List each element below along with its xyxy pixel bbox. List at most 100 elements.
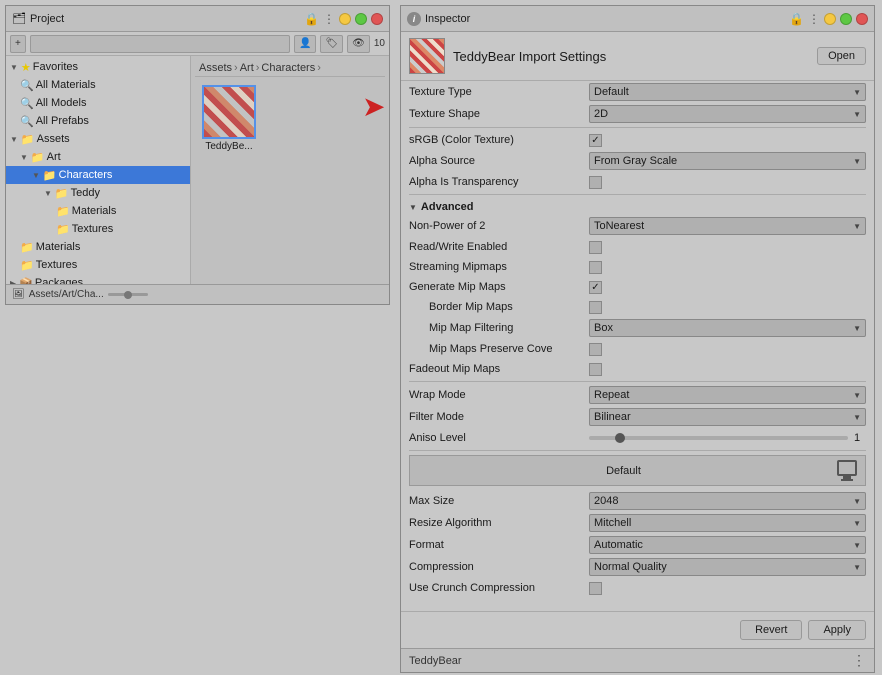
wrap-mode-value: Repeat ▼ (589, 386, 866, 404)
texture-type-dropdown[interactable]: Default ▼ (589, 83, 866, 101)
generate-mip-maps-checkbox[interactable] (589, 281, 602, 294)
apply-button[interactable]: Apply (808, 620, 866, 640)
inspector-header: TeddyBear Import Settings Open (401, 32, 874, 81)
sidebar-characters[interactable]: ▼ 📁 Characters (6, 166, 190, 184)
filter-mode-dropdown[interactable]: Bilinear ▼ (589, 408, 866, 426)
mip-map-filtering-value: Box ▼ (589, 319, 866, 337)
max-size-dropdown[interactable]: 2048 ▼ (589, 492, 866, 510)
search-input[interactable] (35, 38, 285, 49)
project-titlebar: 🗂 Project 🔒 ⋮ (6, 6, 389, 32)
alpha-source-value: From Gray Scale ▼ (589, 152, 866, 170)
streaming-mipmaps-checkbox[interactable] (589, 261, 602, 274)
inspector-maximize-btn[interactable] (840, 13, 852, 25)
generate-mip-maps-checkbox-container (589, 281, 866, 294)
resize-algorithm-dropdown[interactable]: Mitchell ▼ (589, 514, 866, 532)
sidebar-characters-label: Characters (59, 169, 113, 181)
inspector-close-btn[interactable] (856, 13, 868, 25)
bottom-bar-menu-icon[interactable]: ⋮ (852, 652, 866, 669)
srgb-checkbox[interactable] (589, 134, 602, 147)
arrow-indicator: ➤ (362, 93, 385, 121)
search-box[interactable] (30, 35, 290, 53)
sidebar-packages-label: Packages (35, 277, 83, 284)
open-button[interactable]: Open (817, 47, 866, 65)
sidebar-all-prefabs[interactable]: 🔍 All Prefabs (6, 112, 190, 130)
maximize-button[interactable] (355, 13, 367, 25)
sidebar-all-models[interactable]: 🔍 All Models (6, 94, 190, 112)
mip-maps-preserve-checkbox[interactable] (589, 343, 602, 356)
project-toolbar: + 👤 🏷 👁 10 (6, 32, 389, 56)
dropdown-arrow-icon: ▼ (853, 110, 861, 119)
materials-folder-icon: 📁 (20, 241, 34, 254)
dropdown-arrow-icon: ▼ (853, 391, 861, 400)
use-crunch-label: Use Crunch Compression (409, 582, 589, 594)
fadeout-mip-maps-row: Fadeout Mip Maps (409, 359, 866, 379)
file-item-teddybear[interactable]: TeddyBe... (199, 85, 259, 152)
eye-icon-btn[interactable]: 👁 (347, 35, 370, 53)
read-write-checkbox-container (589, 241, 866, 254)
sidebar-art[interactable]: ▼ 📁 Art (6, 148, 190, 166)
separator2 (409, 194, 866, 195)
zoom-slider[interactable] (108, 293, 148, 296)
inspector-minimize-btn[interactable] (824, 13, 836, 25)
mip-map-filtering-dropdown[interactable]: Box ▼ (589, 319, 866, 337)
breadcrumb-art[interactable]: Art (240, 62, 254, 74)
resize-algorithm-row: Resize Algorithm Mitchell ▼ (409, 512, 866, 534)
generate-mip-maps-label: Generate Mip Maps (409, 281, 589, 293)
sidebar-teddy-materials[interactable]: 📁 Materials (6, 202, 190, 220)
add-button[interactable]: + (10, 35, 26, 53)
resize-algorithm-text: Mitchell (594, 517, 631, 529)
use-crunch-row: Use Crunch Compression (409, 578, 866, 598)
mip-maps-preserve-label: Mip Maps Preserve Cove (409, 343, 589, 355)
aniso-thumb[interactable] (615, 433, 625, 443)
sidebar-all-materials[interactable]: 🔍 All Materials (6, 76, 190, 94)
breadcrumb-characters[interactable]: Characters (261, 62, 315, 74)
aniso-slider[interactable] (589, 436, 848, 440)
max-size-row: Max Size 2048 ▼ (409, 490, 866, 512)
sidebar-teddy-textures[interactable]: 📁 Textures (6, 220, 190, 238)
advanced-section-header[interactable]: ▼ Advanced (409, 197, 866, 215)
separator4 (409, 450, 866, 451)
aniso-value: 1 (854, 432, 866, 444)
resize-algorithm-value: Mitchell ▼ (589, 514, 866, 532)
format-dropdown[interactable]: Automatic ▼ (589, 536, 866, 554)
alpha-transparency-checkbox[interactable] (589, 176, 602, 189)
streaming-mipmaps-checkbox-container (589, 261, 866, 274)
sidebar-teddy[interactable]: ▼ 📁 Teddy (6, 184, 190, 202)
wrap-mode-row: Wrap Mode Repeat ▼ (409, 384, 866, 406)
close-button[interactable] (371, 13, 383, 25)
mip-map-filtering-label: Mip Map Filtering (409, 322, 589, 334)
revert-button[interactable]: Revert (740, 620, 802, 640)
compression-dropdown[interactable]: Normal Quality ▼ (589, 558, 866, 576)
alpha-source-dropdown[interactable]: From Gray Scale ▼ (589, 152, 866, 170)
sidebar-packages-header[interactable]: ▶ 📦 Packages (6, 274, 190, 284)
triangle-icon: ▼ (10, 135, 18, 144)
minimize-button[interactable] (339, 13, 351, 25)
use-crunch-checkbox[interactable] (589, 582, 602, 595)
read-write-checkbox[interactable] (589, 241, 602, 254)
monitor-icon-container (837, 460, 857, 481)
texture-shape-text: 2D (594, 108, 608, 120)
texture-type-value: Default ▼ (589, 83, 866, 101)
texture-shape-dropdown[interactable]: 2D ▼ (589, 105, 866, 123)
tag-icon-btn[interactable]: 🏷 (320, 35, 343, 53)
compression-text: Normal Quality (594, 561, 667, 573)
sidebar-assets-header[interactable]: ▼ 📁 Assets (6, 130, 190, 148)
sidebar-materials[interactable]: 📁 Materials (6, 238, 190, 256)
format-label: Format (409, 539, 589, 551)
texture-type-label: Texture Type (409, 86, 589, 98)
person-icon-btn[interactable]: 👤 (294, 35, 316, 53)
breadcrumb-assets[interactable]: Assets (199, 62, 232, 74)
triangle-icon: ▼ (44, 189, 52, 198)
asset-title: TeddyBear Import Settings (453, 49, 606, 64)
separator1 (409, 127, 866, 128)
sidebar-favorites-header[interactable]: ▼ ★ Favorites (6, 58, 190, 76)
wrap-mode-dropdown[interactable]: Repeat ▼ (589, 386, 866, 404)
inspector-lock-icon: 🔒 (789, 12, 804, 26)
border-mip-maps-label: Border Mip Maps (409, 301, 589, 313)
mip-maps-preserve-checkbox-container (589, 343, 866, 356)
non-power-dropdown[interactable]: ToNearest ▼ (589, 217, 866, 235)
sidebar-textures[interactable]: 📁 Textures (6, 256, 190, 274)
border-mip-maps-checkbox[interactable] (589, 301, 602, 314)
fadeout-mip-maps-checkbox[interactable] (589, 363, 602, 376)
sidebar-assets-label: Assets (37, 133, 70, 145)
